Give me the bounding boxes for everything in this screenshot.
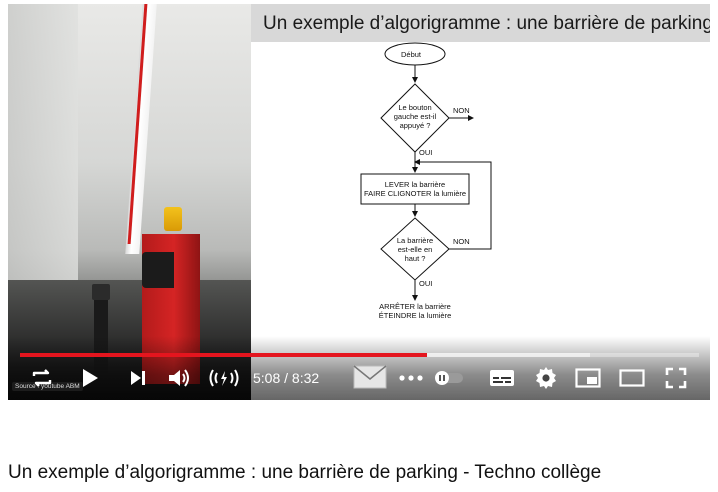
process-line: LEVER la barrière: [384, 180, 446, 189]
decision1-line: appuyé ?: [399, 121, 431, 130]
progress-played: [20, 353, 427, 357]
repeat-button[interactable]: [28, 364, 56, 392]
more-icon: [399, 375, 423, 381]
flowchart-decision1-yes: OUI: [419, 148, 433, 157]
video-player[interactable]: Un exemple d’algorigramme : une barrière…: [8, 4, 710, 400]
photo-wall: [8, 4, 78, 304]
subtitles-icon: [490, 370, 514, 386]
settings-icon: [536, 367, 556, 389]
theater-icon: [619, 369, 645, 387]
share-button[interactable]: [352, 360, 388, 394]
miniplayer-icon: [575, 368, 601, 388]
mail-icon: [353, 365, 387, 389]
flowchart-end-label: ARRÊTER la barrière ÉTEINDRE la lumière: [361, 302, 469, 320]
barrier-hinge: [142, 252, 174, 288]
warning-lamp: [164, 207, 182, 231]
decision1-line: gauche est-il: [393, 112, 437, 121]
button-post-head: [92, 284, 110, 300]
miniplayer-button[interactable]: [574, 364, 602, 392]
repeat-icon: [32, 369, 52, 387]
fullscreen-button[interactable]: [662, 364, 690, 392]
flowchart-decision2-label: La barrière est-elle en haut ?: [385, 236, 445, 263]
play-button[interactable]: [78, 364, 102, 392]
flowchart-decision2-yes: OUI: [419, 279, 433, 288]
video-title: Un exemple d’algorigramme : une barrière…: [8, 462, 602, 483]
cast-button[interactable]: [206, 364, 242, 392]
flowchart-start-label: Début: [401, 50, 422, 59]
settings-button[interactable]: [532, 364, 560, 392]
end-line: ARRÊTER la barrière: [379, 302, 451, 311]
fullscreen-icon: [665, 367, 687, 389]
time-display: 5:08 / 8:32: [253, 370, 320, 386]
mute-button[interactable]: [166, 364, 194, 392]
end-line: ÉTEINDRE la lumière: [378, 311, 452, 320]
decision2-line: La barrière: [396, 236, 434, 245]
volume-icon: [169, 369, 189, 387]
next-button[interactable]: [126, 364, 150, 392]
more-button[interactable]: [398, 364, 424, 392]
process-line: FAIRE CLIGNOTER la lumière: [363, 189, 467, 198]
decision2-line: est-elle en: [397, 245, 433, 254]
cast-icon: [209, 369, 239, 387]
flowchart-decision1-no: NON: [453, 106, 470, 115]
flowchart-decision1-label: Le bouton gauche est-il appuyé ?: [385, 103, 445, 130]
progress-bar[interactable]: [20, 353, 699, 357]
subtitles-button[interactable]: [488, 364, 516, 392]
decision1-line: Le bouton: [398, 103, 432, 112]
theater-mode-button[interactable]: [618, 364, 646, 392]
autoplay-toggle-icon: [435, 371, 463, 385]
play-icon: [83, 369, 98, 387]
decision2-line: haut ?: [404, 254, 426, 263]
flowchart-decision2-no: NON: [453, 237, 470, 246]
flowchart-process-label: LEVER la barrière FAIRE CLIGNOTER la lum…: [361, 180, 469, 198]
next-icon: [131, 371, 145, 385]
autoplay-toggle[interactable]: [432, 364, 466, 392]
